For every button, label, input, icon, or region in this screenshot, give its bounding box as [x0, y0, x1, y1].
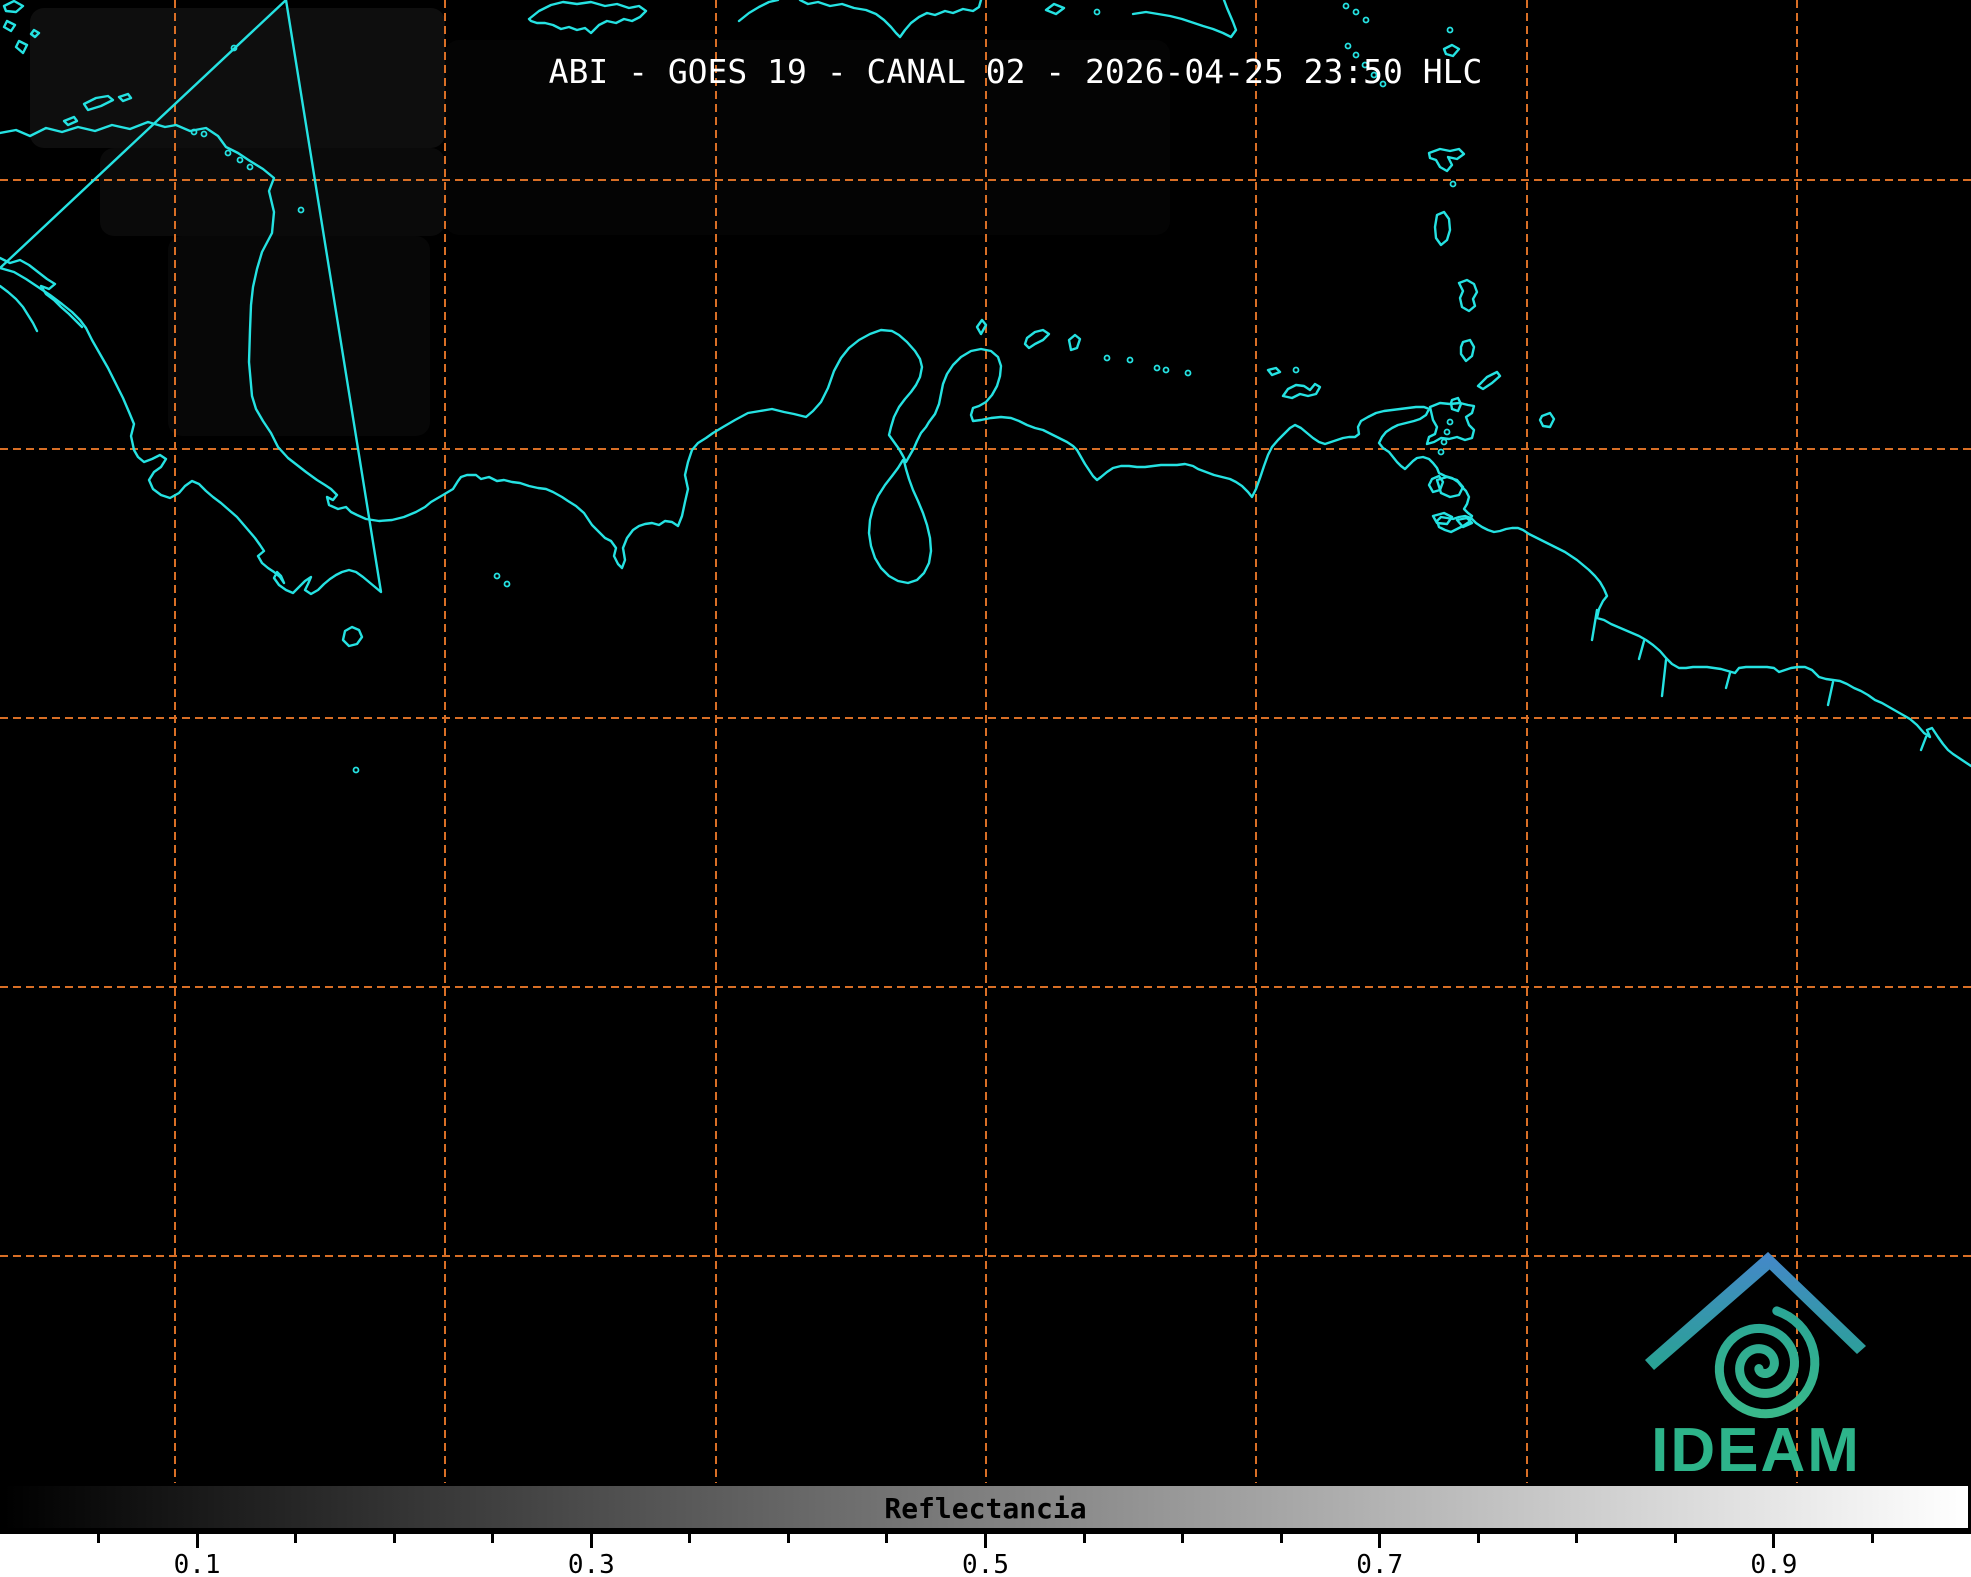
island-dot	[1364, 18, 1369, 23]
island-dot	[1105, 356, 1110, 361]
colorbar-gradient: Reflectancia	[0, 1483, 1971, 1534]
colorbar-axis: 0.1 0.3 0.5 0.7 0.9	[0, 1534, 1971, 1577]
coastline-path	[343, 627, 362, 646]
coastline-path	[1429, 149, 1464, 171]
coastline-path	[0, 258, 82, 331]
colorbar-minor-tick	[1181, 1534, 1184, 1543]
colorbar-major-tick	[984, 1534, 987, 1548]
logo-spiral-icon	[1719, 1311, 1814, 1414]
island-dot	[354, 768, 359, 773]
colorbar-minor-tick	[294, 1534, 297, 1543]
island-dot	[1344, 4, 1349, 9]
colorbar-minor-tick	[1083, 1534, 1086, 1543]
coastline-path	[1427, 403, 1474, 444]
logo-wordmark: IDEAM	[1651, 1416, 1861, 1485]
colorbar-tick-label: 0.3	[568, 1550, 615, 1577]
island-dot	[1164, 368, 1169, 373]
colorbar-minor-tick	[1871, 1534, 1874, 1543]
colorbar-minor-tick	[1477, 1534, 1480, 1543]
colorbar-minor-tick	[491, 1534, 494, 1543]
island-dot	[1294, 368, 1299, 373]
island-dot	[1445, 430, 1450, 435]
coastline-path	[1283, 384, 1320, 398]
coastline-path	[1540, 413, 1554, 427]
colorbar-minor-tick	[787, 1534, 790, 1543]
island-dot	[1155, 366, 1160, 371]
coastline-path	[1478, 372, 1500, 389]
island-dot	[1448, 28, 1453, 33]
island-dot	[1128, 358, 1133, 363]
coastline-path	[869, 460, 931, 583]
colorbar-major-tick	[1772, 1534, 1775, 1548]
coastline-path	[977, 320, 986, 334]
colorbar-minor-tick	[885, 1534, 888, 1543]
coastline-path	[1133, 0, 1236, 37]
image-title: ABI - GOES 19 - CANAL 02 - 2026-04-25 23…	[60, 52, 1971, 91]
colorbar-minor-tick	[1575, 1534, 1578, 1543]
colorbar-tick-label: 0.9	[1750, 1550, 1797, 1577]
coastline-path	[1069, 335, 1080, 350]
island-dot	[1442, 440, 1447, 445]
island-dot	[505, 582, 510, 587]
colorbar-major-tick	[590, 1534, 593, 1548]
coastline-path	[1461, 340, 1474, 361]
colorbar-tick-label: 0.5	[962, 1550, 1009, 1577]
coastline-path	[1046, 4, 1064, 14]
island-dot	[1354, 10, 1359, 15]
colorbar-minor-tick	[1674, 1534, 1677, 1543]
cloud-haze-patch	[168, 236, 430, 436]
colorbar-minor-tick	[393, 1534, 396, 1543]
coastline-path	[529, 2, 646, 33]
island-dot	[1439, 450, 1444, 455]
colorbar-tick-label: 0.7	[1356, 1550, 1403, 1577]
coastline-path	[1459, 280, 1477, 311]
colorbar-minor-tick	[97, 1534, 100, 1543]
coastline-path	[1592, 610, 1926, 750]
island-dot	[1186, 371, 1191, 376]
coastline-path	[739, 0, 981, 37]
colorbar-label: Reflectancia	[3, 1492, 1968, 1525]
coastline-path	[1435, 212, 1450, 245]
colorbar-major-tick	[196, 1534, 199, 1548]
coastline-path	[1268, 368, 1280, 375]
satellite-map: IDEAM	[0, 0, 1971, 1577]
colorbar-minor-tick	[688, 1534, 691, 1543]
coastline-path	[1025, 330, 1049, 348]
colorbar-minor-tick	[1280, 1534, 1283, 1543]
colorbar: Reflectancia 0.1 0.3 0.5 0.7 0.9	[0, 1483, 1971, 1577]
island-dot	[1095, 10, 1100, 15]
ideam-logo: IDEAM	[1645, 1252, 1866, 1485]
island-dot	[1346, 44, 1351, 49]
colorbar-tick-label: 0.1	[174, 1550, 221, 1577]
island-dot	[1448, 420, 1453, 425]
island-dot	[495, 574, 500, 579]
island-dot	[1451, 182, 1456, 187]
satellite-image-viewer: IDEAM ABI - GOES 19 - CANAL 02 - 2026-04…	[0, 0, 1971, 1577]
colorbar-major-tick	[1378, 1534, 1381, 1548]
